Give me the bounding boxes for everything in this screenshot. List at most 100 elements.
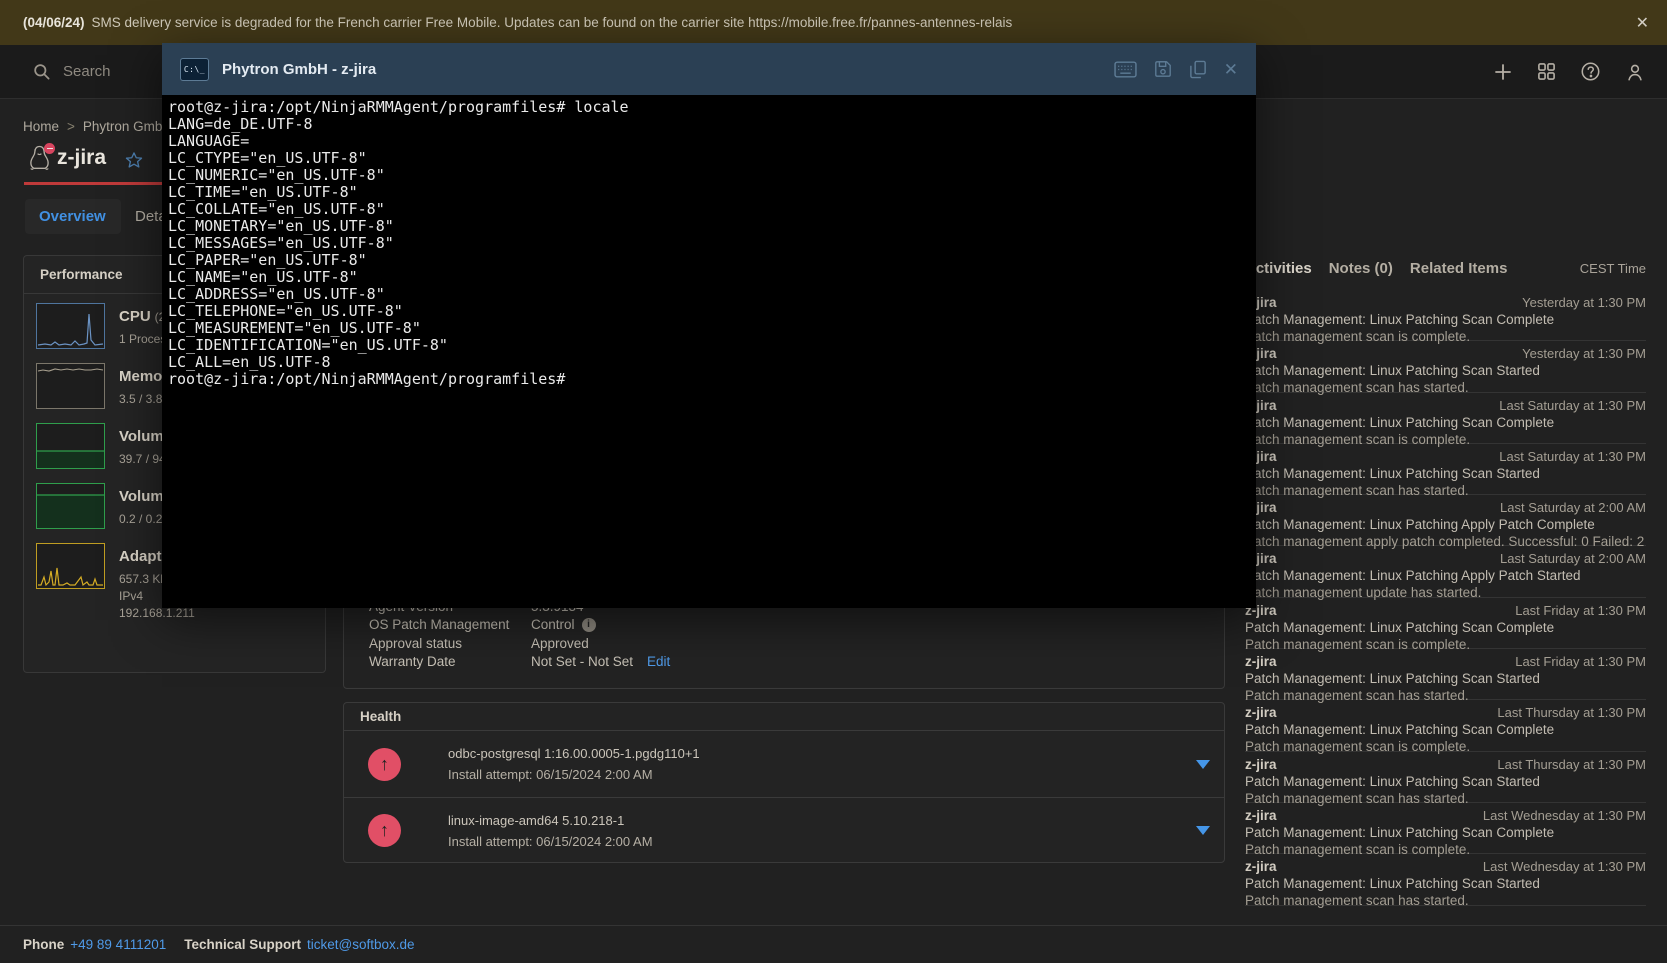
phone-link[interactable]: +49 89 4111201 bbox=[70, 937, 166, 952]
activity-item: z-jiraLast Saturday at 2:00 AM Patch Man… bbox=[1245, 495, 1646, 546]
activity-item: z-jira Last Wednesday at 1:30 PM Patch Ma… bbox=[1245, 854, 1646, 905]
footer: Phone +49 89 4111201 Technical Support t… bbox=[0, 925, 1667, 963]
activity-time: Yesterday at 1:30 PM bbox=[1522, 346, 1646, 361]
breadcrumb: Home > Phytron GmbH bbox=[23, 119, 172, 134]
activity-desc: Patch management scan has started. bbox=[1245, 893, 1646, 908]
cpu-label: CPU bbox=[119, 308, 151, 325]
health-panel: Health ↑ odbc-postgresql 1:16.00.0005-1.… bbox=[343, 702, 1225, 863]
activity-title: Patch Management: Linux Patching Scan St… bbox=[1245, 466, 1646, 481]
phone-label: Phone bbox=[23, 937, 64, 952]
activity-time: Last Friday at 1:30 PM bbox=[1515, 603, 1646, 618]
device-name: z-jira bbox=[57, 146, 106, 170]
detail-value: Approved bbox=[531, 636, 589, 651]
support-email-link[interactable]: ticket@softbox.de bbox=[307, 937, 415, 952]
save-icon[interactable] bbox=[1154, 60, 1172, 78]
breadcrumb-organization[interactable]: Phytron GmbH bbox=[83, 119, 172, 134]
activity-device: z-jira bbox=[1245, 859, 1277, 874]
activity-title: Patch Management: Linux Patching Scan Co… bbox=[1245, 722, 1646, 737]
device-status-dot bbox=[44, 143, 55, 154]
activity-time: Last Saturday at 1:30 PM bbox=[1499, 398, 1646, 413]
activity-device: z-jira bbox=[1245, 808, 1277, 823]
patch-failed-icon: ↑ bbox=[368, 748, 401, 781]
activity-time: Last Thursday at 1:30 PM bbox=[1497, 757, 1646, 772]
detail-label: Warranty Date bbox=[369, 654, 531, 669]
terminal-output[interactable]: root@z-jira:/opt/NinjaRMMAgent/programfi… bbox=[162, 95, 1256, 608]
help-icon[interactable] bbox=[1580, 61, 1601, 82]
global-search[interactable]: Search bbox=[32, 62, 111, 81]
tab-overview[interactable]: Overview bbox=[39, 208, 106, 225]
activity-title: Patch Management: Linux Patching Scan St… bbox=[1245, 671, 1646, 686]
header-actions bbox=[1493, 61, 1645, 82]
add-icon[interactable] bbox=[1493, 62, 1513, 82]
terminal-close-icon[interactable]: ✕ bbox=[1224, 61, 1238, 78]
detail-row-os-patch-management: OS Patch Management Control i bbox=[369, 616, 1204, 635]
tab-notes[interactable]: Notes (0) bbox=[1329, 260, 1393, 277]
activity-item: z-jiraLast Saturday at 1:30 PM Patch Man… bbox=[1245, 393, 1646, 444]
volume1-chart bbox=[36, 423, 105, 469]
search-placeholder: Search bbox=[63, 63, 111, 80]
memory-sparkline bbox=[36, 363, 105, 409]
activity-item: z-jiraLast Thursday at 1:30 PM Patch Man… bbox=[1245, 752, 1646, 803]
favorite-star-icon[interactable] bbox=[125, 151, 143, 169]
activities-panel: Activities Notes (0) Related Items CEST … bbox=[1245, 253, 1646, 906]
activity-item: z-jiraYesterday at 1:30 PM Patch Managem… bbox=[1245, 341, 1646, 392]
info-icon[interactable]: i bbox=[582, 618, 596, 632]
detail-label: OS Patch Management bbox=[369, 617, 531, 632]
activity-item: z-jiraLast Saturday at 2:00 AM Patch Man… bbox=[1245, 546, 1646, 597]
search-icon bbox=[32, 62, 51, 81]
patch-name: linux-image-amd64 5.10.218-1 bbox=[448, 813, 653, 828]
activity-time: Last Wednesday at 1:30 PM bbox=[1483, 808, 1646, 823]
edit-link[interactable]: Edit bbox=[647, 654, 670, 669]
terminal-title: Phytron GmbH - z-jira bbox=[222, 61, 376, 78]
copy-icon[interactable] bbox=[1189, 60, 1207, 79]
activity-title: Patch Management: Linux Patching Scan Co… bbox=[1245, 620, 1646, 635]
activity-time: Yesterday at 1:30 PM bbox=[1522, 295, 1646, 310]
activity-item: z-jiraLast Friday at 1:30 PM Patch Manag… bbox=[1245, 649, 1646, 700]
breadcrumb-separator: > bbox=[67, 119, 75, 134]
health-item: ↑ linux-image-amd64 5.10.218-1 Install a… bbox=[344, 797, 1224, 863]
activity-time: Last Wednesday at 1:30 PM bbox=[1483, 859, 1646, 874]
alert-date: (04/06/24) bbox=[23, 15, 85, 30]
detail-value: Control bbox=[531, 617, 575, 632]
activities-tabs: Activities Notes (0) Related Items CEST … bbox=[1245, 260, 1646, 277]
activity-title: Patch Management: Linux Patching Scan St… bbox=[1245, 774, 1646, 789]
timezone-label: CEST Time bbox=[1580, 261, 1646, 276]
banner-close-icon[interactable]: ✕ bbox=[1634, 11, 1651, 35]
terminal-window: C:\_ Phytron GmbH - z-jira ✕ root@z-jira… bbox=[162, 43, 1256, 608]
activity-title: Patch Management: Linux Patching Scan Co… bbox=[1245, 415, 1646, 430]
activity-title: Patch Management: Linux Patching Scan St… bbox=[1245, 363, 1646, 378]
detail-value: Not Set - Not Set bbox=[531, 654, 633, 669]
virtual-keyboard-icon[interactable] bbox=[1114, 61, 1137, 78]
activity-device: z-jira bbox=[1245, 705, 1277, 720]
activity-item: z-jiraLast Wednesday at 1:30 PM Patch Ma… bbox=[1245, 803, 1646, 854]
activity-time: Last Saturday at 2:00 AM bbox=[1500, 551, 1646, 566]
activity-title: Patch Management: Linux Patching Apply P… bbox=[1245, 517, 1646, 532]
activity-time: Last Saturday at 2:00 AM bbox=[1500, 500, 1646, 515]
activity-item: z-jiraYesterday at 1:30 PM Patch Managem… bbox=[1245, 290, 1646, 341]
support-label: Technical Support bbox=[184, 937, 301, 952]
activity-item: z-jiraLast Saturday at 1:30 PM Patch Man… bbox=[1245, 444, 1646, 495]
cpu-sparkline bbox=[36, 303, 105, 349]
terminal-actions: ✕ bbox=[1114, 60, 1238, 79]
tab-related-items[interactable]: Related Items bbox=[1410, 260, 1508, 277]
patch-failed-icon: ↑ bbox=[368, 814, 401, 847]
expand-caret-icon[interactable] bbox=[1196, 826, 1210, 835]
user-icon[interactable] bbox=[1625, 62, 1645, 82]
detail-label: Approval status bbox=[369, 636, 531, 651]
activity-item: z-jiraLast Friday at 1:30 PM Patch Manag… bbox=[1245, 598, 1646, 649]
activity-time: Last Friday at 1:30 PM bbox=[1515, 654, 1646, 669]
terminal-titlebar[interactable]: C:\_ Phytron GmbH - z-jira ✕ bbox=[162, 43, 1256, 95]
activity-time: Last Saturday at 1:30 PM bbox=[1499, 449, 1646, 464]
activity-title: Patch Management: Linux Patching Scan St… bbox=[1245, 876, 1646, 891]
volume2-chart bbox=[36, 483, 105, 529]
patch-name: odbc-postgresql 1:16.00.0005-1.pgdg110+1 bbox=[448, 746, 700, 761]
activity-title: Patch Management: Linux Patching Scan Co… bbox=[1245, 312, 1646, 327]
breadcrumb-home[interactable]: Home bbox=[23, 119, 59, 134]
health-item: ↑ odbc-postgresql 1:16.00.0005-1.pgdg110… bbox=[344, 731, 1224, 797]
apps-grid-icon[interactable] bbox=[1537, 62, 1556, 81]
alert-message: SMS delivery service is degraded for the… bbox=[92, 15, 1013, 30]
alert-banner: (04/06/24) SMS delivery service is degra… bbox=[0, 0, 1667, 45]
detail-row-warranty-date: Warranty Date Not Set - Not Set Edit bbox=[369, 653, 1204, 672]
expand-caret-icon[interactable] bbox=[1196, 760, 1210, 769]
adapter-sparkline bbox=[36, 543, 105, 589]
